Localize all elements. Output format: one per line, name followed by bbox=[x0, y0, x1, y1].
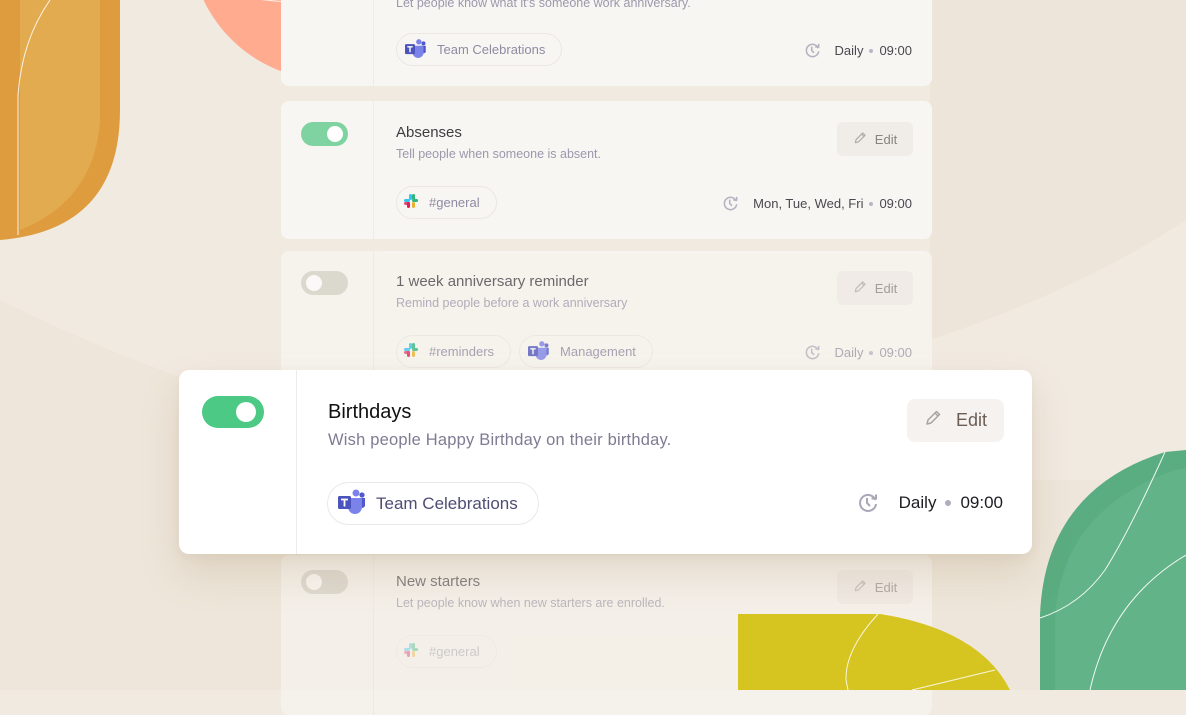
card-description: Let people know when new starters are en… bbox=[396, 596, 665, 610]
slack-icon bbox=[403, 342, 419, 361]
clock-icon bbox=[857, 492, 879, 514]
edit-button[interactable]: Edit bbox=[837, 570, 913, 604]
enable-toggle[interactable] bbox=[202, 396, 264, 428]
schedule-time: 09:00 bbox=[879, 196, 912, 211]
channel-chip[interactable]: #general bbox=[396, 186, 497, 219]
schedule-frequency: Mon, Tue, Wed, Fri bbox=[753, 196, 864, 211]
card-title: Absenses bbox=[396, 124, 462, 141]
schedule-time: 09:00 bbox=[960, 493, 1003, 512]
schedule: Mon, Tue, Wed, Fri 09:00 bbox=[722, 195, 912, 212]
card-description: Let people know what it's someone work a… bbox=[396, 0, 691, 10]
notification-card: New starters Let people know when new st… bbox=[281, 555, 932, 715]
channel-chip[interactable]: Team Celebrations bbox=[396, 33, 563, 66]
edit-button[interactable]: Edit bbox=[837, 271, 913, 305]
clock-icon bbox=[804, 42, 821, 59]
schedule-time: 09:00 bbox=[879, 43, 912, 58]
card-title: New starters bbox=[396, 573, 481, 590]
edit-button[interactable]: Edit bbox=[837, 122, 913, 156]
schedule: Daily 09:00 bbox=[804, 42, 912, 59]
channel-label: Management bbox=[560, 344, 636, 359]
pencil-icon bbox=[853, 280, 867, 297]
schedule: Daily 09:00 bbox=[804, 344, 912, 361]
pencil-icon bbox=[924, 409, 942, 432]
teams-icon bbox=[403, 38, 427, 61]
channel-label: #general bbox=[429, 195, 480, 210]
card-title: Birthdays bbox=[328, 401, 412, 423]
schedule-frequency: Daily bbox=[834, 345, 864, 360]
channel-label: #general bbox=[429, 644, 480, 659]
channel-label: #reminders bbox=[429, 344, 495, 359]
schedule: Daily 09:00 bbox=[857, 492, 1003, 514]
slack-icon bbox=[403, 642, 419, 661]
channel-chip[interactable]: #reminders bbox=[396, 335, 512, 368]
enable-toggle[interactable] bbox=[301, 271, 348, 295]
notification-card: Absenses Tell people when someone is abs… bbox=[281, 101, 932, 239]
clock-icon bbox=[804, 344, 821, 361]
notification-card: 1 week anniversary reminder Remind peopl… bbox=[281, 251, 932, 381]
channel-chip[interactable]: Management bbox=[519, 335, 653, 368]
card-description: Tell people when someone is absent. bbox=[396, 147, 601, 161]
card-description: Wish people Happy Birthday on their birt… bbox=[328, 431, 672, 449]
background-curve-band-right bbox=[930, 0, 1186, 340]
enable-toggle[interactable] bbox=[301, 570, 348, 594]
slack-icon bbox=[403, 193, 419, 212]
channel-label: Team Celebrations bbox=[376, 493, 518, 513]
card-title: 1 week anniversary reminder bbox=[396, 273, 589, 290]
schedule-time: 09:00 bbox=[879, 345, 912, 360]
channel-chip[interactable]: Team Celebrations bbox=[327, 482, 539, 525]
teams-icon bbox=[526, 340, 550, 363]
channel-label: Team Celebrations bbox=[437, 42, 546, 57]
pencil-icon bbox=[853, 579, 867, 596]
featured-notification-card: Birthdays Wish people Happy Birthday on … bbox=[179, 370, 1032, 554]
channel-chip[interactable]: #general bbox=[396, 635, 497, 668]
pencil-icon bbox=[853, 131, 867, 148]
edit-button[interactable]: Edit bbox=[907, 399, 1004, 442]
notification-card: Let people know what it's someone work a… bbox=[281, 0, 932, 86]
clock-icon bbox=[722, 195, 739, 212]
teams-icon bbox=[336, 488, 366, 519]
enable-toggle[interactable] bbox=[301, 122, 348, 146]
card-description: Remind people before a work anniversary bbox=[396, 296, 628, 310]
schedule-frequency: Daily bbox=[898, 493, 937, 512]
schedule-frequency: Daily bbox=[834, 43, 864, 58]
